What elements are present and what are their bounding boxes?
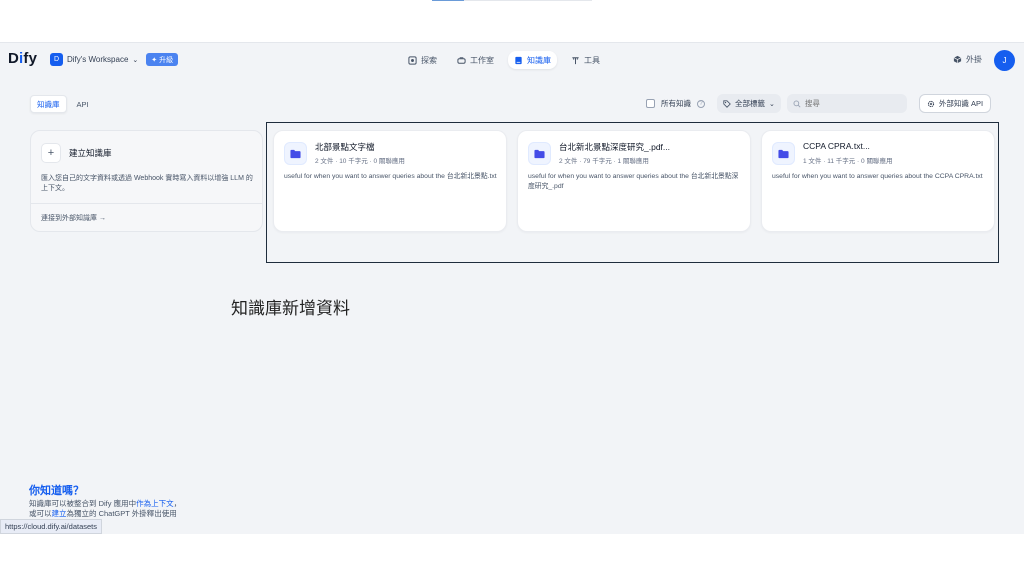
dataset-name: 北部景點文字檔 (315, 142, 375, 152)
chevron-down-icon: ⌄ (769, 100, 775, 108)
folder-icon (528, 142, 551, 165)
upgrade-button[interactable]: ✦ 升級 (146, 53, 179, 66)
create-link[interactable]: 建立 (52, 509, 67, 518)
scroll-indicator (432, 0, 592, 1)
all-knowledge-label: 所有知識 (661, 99, 691, 108)
app-window: Dify D Dify's Workspace ⌄ ✦ 升級 探索 工作室 知識… (0, 42, 1024, 534)
knowledge-tabs: 知識庫 API (30, 95, 95, 113)
workspace-avatar: D (50, 53, 63, 66)
search-input[interactable] (804, 99, 895, 108)
top-navbar: Dify D Dify's Workspace ⌄ ✦ 升級 探索 工作室 知識… (0, 43, 1024, 77)
dataset-name: CCPA CPRA.txt... (803, 141, 870, 151)
user-avatar[interactable]: J (994, 50, 1015, 71)
tag-icon (723, 99, 731, 108)
filter-bar: 所有知識 ? 全部標籤 ⌄ 外部知識 API (646, 94, 992, 113)
search-icon (793, 100, 801, 108)
browser-top-strip (0, 0, 1024, 42)
dataset-card[interactable]: 北部景點文字檔 2 文件 · 10 千字元 · 0 關聯應用 useful fo… (273, 130, 507, 232)
dataset-meta: 1 文件 · 11 千字元 · 0 關聯應用 (803, 158, 893, 165)
dataset-meta: 2 文件 · 79 千字元 · 1 關聯應用 (559, 158, 649, 165)
main-nav: 探索 工作室 知識庫 工具 (402, 51, 606, 69)
nav-studio[interactable]: 工作室 (451, 51, 500, 69)
dataset-description: useful for when you want to answer queri… (772, 173, 983, 180)
tab-api[interactable]: API (71, 95, 95, 113)
external-knowledge-api-button[interactable]: 外部知識 API (918, 94, 992, 113)
nav-explore[interactable]: 探索 (402, 51, 443, 69)
workspace-name: Dify's Workspace (67, 55, 129, 64)
all-knowledge-checkbox[interactable] (646, 99, 655, 108)
dataset-card[interactable]: CCPA CPRA.txt... 1 文件 · 11 千字元 · 0 關聯應用 … (761, 130, 995, 232)
nav-tools[interactable]: 工具 (565, 51, 606, 69)
help-icon[interactable]: ? (697, 99, 705, 108)
folder-icon (772, 142, 795, 165)
annotation-text: 知識庫新增資料 (231, 299, 350, 319)
tag-filter-dropdown[interactable]: 全部標籤 ⌄ (717, 94, 781, 113)
did-you-know-text: 知識庫可以被整合到 Dify 應用中作為上下文， 或可以建立為獨立的 ChatG… (29, 499, 182, 518)
create-knowledge-description: 匯入您自己的文字資料或透過 Webhook 實時寫入資料以增強 LLM 的上下文… (41, 175, 253, 192)
explore-icon (408, 55, 417, 65)
plugins-link[interactable]: 外掛 (953, 54, 982, 65)
cube-icon (953, 55, 962, 64)
plus-icon: + (41, 143, 61, 163)
workspace-selector[interactable]: D Dify's Workspace ⌄ ✦ 升級 (50, 53, 179, 66)
dataset-meta: 2 文件 · 10 千字元 · 0 關聯應用 (315, 158, 405, 165)
dataset-name: 台北新北景點深度研究_.pdf... (559, 142, 670, 152)
tools-icon (572, 56, 579, 64)
folder-icon (284, 142, 307, 165)
create-knowledge-title: 建立知識庫 (69, 148, 112, 158)
did-you-know-title: 你知道嗎？ (29, 485, 84, 497)
dify-logo[interactable]: Dify (8, 50, 37, 67)
tab-knowledge[interactable]: 知識庫 (30, 95, 67, 113)
studio-icon (457, 56, 466, 64)
create-knowledge-button[interactable]: + 建立知識庫 (41, 143, 112, 163)
dataset-card[interactable]: 台北新北景點深度研究_.pdf... 2 文件 · 79 千字元 · 1 關聯應… (517, 130, 751, 232)
knowledge-icon (515, 56, 522, 64)
gear-icon (927, 100, 934, 107)
search-box[interactable] (786, 94, 907, 113)
dataset-description: useful for when you want to answer queri… (284, 173, 497, 180)
nav-knowledge[interactable]: 知識庫 (508, 51, 557, 69)
as-context-link[interactable]: 作為上下文 (136, 499, 174, 508)
chevron-down-icon: ⌄ (132, 56, 139, 64)
dataset-description: useful for when you want to answer queri… (528, 173, 739, 190)
status-bar-url: https://cloud.dify.ai/datasets (0, 519, 102, 534)
divider (31, 203, 262, 204)
connect-external-knowledge-link[interactable]: 連接到外部知識庫 → (41, 213, 106, 223)
create-knowledge-card: + 建立知識庫 匯入您自己的文字資料或透過 Webhook 實時寫入資料以增強 … (30, 130, 263, 232)
